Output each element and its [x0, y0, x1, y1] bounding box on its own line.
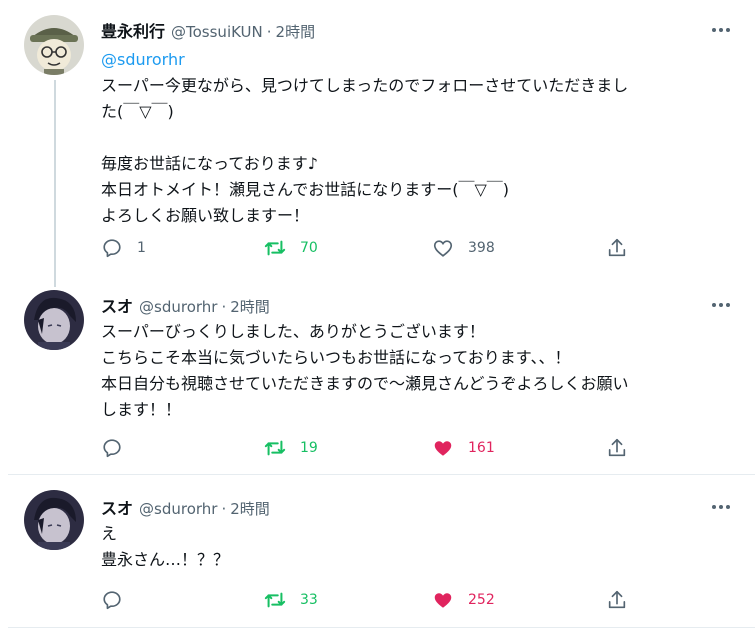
tweet-line: スーパーびっくりしました、ありがとうございます！: [101, 322, 485, 341]
tweet-suo-reply[interactable]: スオ @sdurorhr · 2時間 スーパーびっくりしました、ありがとうござい…: [0, 275, 755, 474]
retweet-icon: [264, 592, 286, 608]
reply-button[interactable]: 1: [101, 233, 146, 263]
thread-line: [54, 80, 56, 287]
tweet-line: 豊永さん…！？？: [101, 550, 230, 569]
reply-icon: [103, 239, 121, 258]
share-icon: [608, 238, 626, 257]
retweet-count: 70: [300, 240, 318, 256]
share-button[interactable]: [606, 585, 628, 615]
display-name[interactable]: 豊永利行: [101, 18, 165, 42]
retweet-icon: [264, 440, 286, 456]
reply-icon: [103, 439, 121, 458]
retweet-button[interactable]: 19: [264, 433, 318, 463]
avatar-illustration: [24, 490, 84, 550]
tweet-text: @sdurorhr スーパー今更ながら、見つけてしまったのでフォローさせていただ…: [101, 47, 741, 229]
heart-icon: [434, 593, 452, 608]
display-name[interactable]: スオ: [101, 293, 133, 317]
retweet-button[interactable]: 70: [264, 233, 318, 263]
tweet-header: スオ @sdurorhr · 2時間: [101, 495, 270, 519]
tweet-time[interactable]: 2時間: [230, 296, 270, 317]
heart-icon: [433, 240, 453, 257]
retweet-button[interactable]: 33: [264, 585, 318, 615]
tweet-time[interactable]: 2時間: [276, 21, 316, 42]
tweet-line: 毎度お世話になっております♪: [101, 154, 318, 173]
retweet-count: 19: [300, 440, 318, 456]
mention-link[interactable]: @sdurorhr: [101, 47, 741, 73]
avatar-toyonaga[interactable]: [24, 15, 84, 75]
more-dots-icon[interactable]: [706, 295, 736, 315]
tweet-actions: 1 70 398: [101, 233, 641, 263]
like-count: 161: [468, 440, 495, 456]
tweet-toyonaga[interactable]: 豊永利行 @TossuiKUN · 2時間 @sdurorhr スーパー今更なが…: [0, 0, 755, 287]
tweet-line: こちらこそ本当に気づいたらいつもお世話になっております、、！: [101, 348, 571, 367]
tweet-line: た(￣▽￣): [101, 102, 174, 121]
avatar-suo[interactable]: [24, 490, 84, 550]
share-icon: [608, 590, 626, 609]
avatar-illustration: [24, 15, 84, 75]
tweet-text: え 豊永さん…！？？: [101, 521, 741, 573]
user-handle[interactable]: @sdurorhr: [139, 298, 217, 316]
avatar-suo[interactable]: [24, 290, 84, 350]
tweet-suo-followup[interactable]: スオ @sdurorhr · 2時間 え 豊永さん…！？？ 33 252: [0, 475, 755, 631]
tweet-line: 本日オトメイト！瀬見さんでお世話になりますー(￣▽￣): [101, 180, 509, 199]
like-button[interactable]: 161: [432, 433, 495, 463]
tweet-line: 本日自分も視聴させていただきますので～瀬見さんどうぞよろしくお願い: [101, 374, 629, 393]
reply-button[interactable]: [101, 433, 137, 463]
tweet-actions: 19 161: [101, 433, 641, 463]
heart-icon: [434, 441, 452, 456]
separator-dot: ·: [266, 23, 272, 41]
user-handle[interactable]: @sdurorhr: [139, 500, 217, 518]
reply-button[interactable]: [101, 585, 137, 615]
like-button[interactable]: 398: [432, 233, 495, 263]
more-dots-icon[interactable]: [706, 20, 736, 40]
share-icon: [608, 438, 626, 457]
tweet-divider: [8, 627, 755, 628]
separator-dot: ·: [221, 298, 227, 316]
retweet-count: 33: [300, 592, 318, 608]
tweet-header: 豊永利行 @TossuiKUN · 2時間: [101, 18, 315, 42]
display-name[interactable]: スオ: [101, 495, 133, 519]
tweet-text: スーパーびっくりしました、ありがとうございます！ こちらこそ本当に気づいたらいつ…: [101, 319, 741, 423]
like-count: 252: [468, 592, 495, 608]
like-count: 398: [468, 240, 495, 256]
tweet-line: スーパー今更ながら、見つけてしまったのでフォローさせていただきまし: [101, 76, 629, 95]
share-button[interactable]: [606, 433, 628, 463]
tweet-line: します！！: [101, 400, 182, 419]
tweet-line: え: [101, 524, 118, 543]
tweet-actions: 33 252: [101, 585, 641, 615]
tweet-line: よろしくお願い致しますー！: [101, 206, 310, 225]
avatar-illustration: [24, 290, 84, 350]
share-button[interactable]: [606, 233, 628, 263]
tweet-time[interactable]: 2時間: [230, 498, 270, 519]
more-dots-icon[interactable]: [706, 497, 736, 517]
like-button[interactable]: 252: [432, 585, 495, 615]
reply-count: 1: [137, 240, 146, 256]
reply-icon: [103, 591, 121, 610]
retweet-icon: [264, 240, 286, 256]
tweet-header: スオ @sdurorhr · 2時間: [101, 293, 270, 317]
user-handle[interactable]: @TossuiKUN: [171, 23, 263, 41]
separator-dot: ·: [221, 500, 227, 518]
